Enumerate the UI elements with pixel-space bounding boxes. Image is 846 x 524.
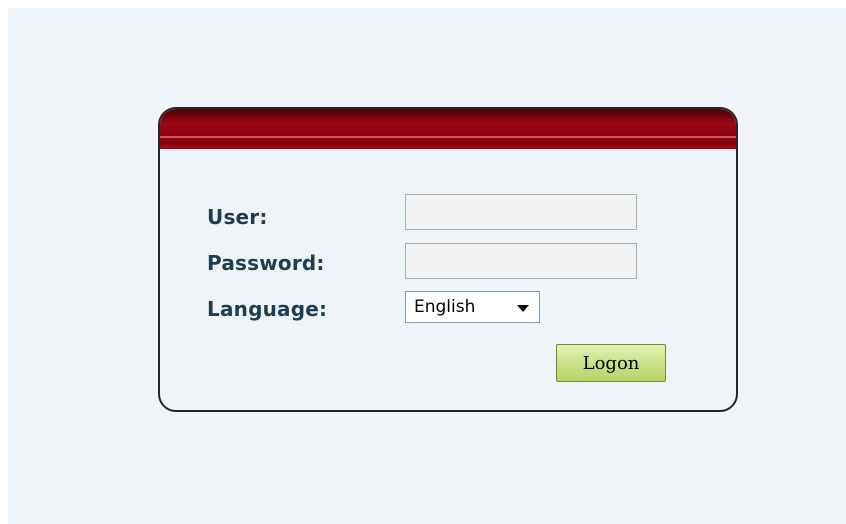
- password-label: Password:: [207, 251, 325, 275]
- logon-button[interactable]: Logon: [556, 344, 666, 382]
- password-input[interactable]: [405, 243, 637, 279]
- page-background: User: Password: Language: English Logon: [8, 8, 846, 524]
- chevron-down-icon: [517, 305, 529, 312]
- panel-header-bar: [160, 109, 736, 149]
- user-input[interactable]: [405, 194, 637, 230]
- header-highlight-line: [160, 136, 736, 138]
- language-selected-value: English: [414, 297, 476, 317]
- login-panel: User: Password: Language: English Logon: [158, 107, 738, 412]
- language-label: Language:: [207, 297, 328, 321]
- header-bottom-edge: [160, 145, 736, 149]
- user-label: User:: [207, 205, 268, 229]
- language-select[interactable]: English: [405, 291, 540, 323]
